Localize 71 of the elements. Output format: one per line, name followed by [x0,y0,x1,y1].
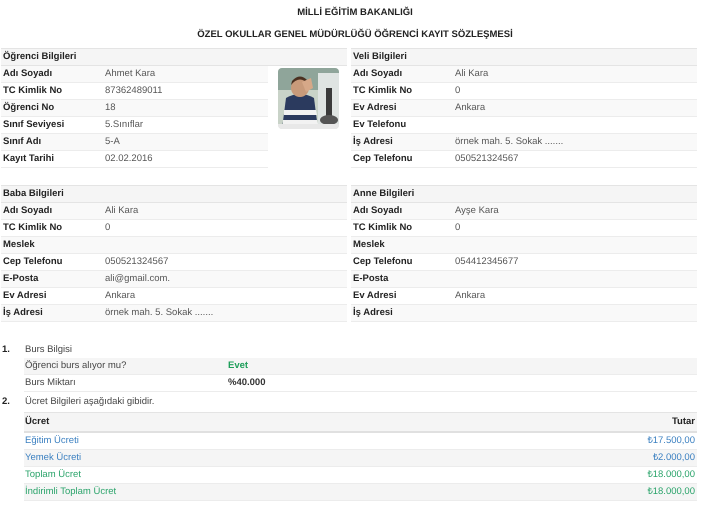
field-label: Ev Adresi [2,289,48,303]
section-heading: Baba Bilgileri [1,185,347,203]
field-label: Ev Adresi [352,101,398,115]
field-value: 18 [105,101,116,115]
field-value: örnek mah. 5. Sokak ....... [455,135,564,149]
ministry-title: MİLLİ EĞİTİM BAKANLIĞI [297,7,413,18]
field-label: TC Kimlik No [352,221,414,235]
field-value: Ahmet Kara [105,67,156,81]
field-label: Cep Telefonu [2,255,64,269]
field-label: Meslek [352,238,386,252]
field-label: Öğrenci No [2,100,56,115]
section-heading: Veli Bilgileri [351,48,697,66]
field-label: TC Kimlik No [2,84,64,98]
document-title: ÖZEL OKULLAR GENEL MÜDÜRLÜĞÜ ÖĞRENCİ KAYIT SÖZLEŞMESİ [197,29,513,40]
field-value: ali@gmail.com. [105,272,170,286]
field-value: Evet [228,359,248,373]
field-label: İş Adresi [352,306,394,320]
field-label: Öğrenci burs alıyor mu? [24,359,128,373]
field-value: 050521324567 [105,255,168,269]
field-label: Adı Soyadı [2,204,54,218]
field-value: Ayşe Kara [455,204,499,218]
fee-amount: ₺18.000,00 [648,468,695,482]
fee-amount: ₺2.000,00 [653,451,695,465]
fee-amount: ₺17.500,00 [648,434,695,448]
fee-amount: ₺18.000,00 [648,485,695,499]
field-label: Adı Soyadı [2,67,54,81]
field-value: Ali Kara [105,204,138,218]
list-number: 2. [1,395,11,409]
field-label: Meslek [2,238,36,252]
field-label: Cep Telefonu [352,152,414,166]
field-label: Sınıf Seviyesi [2,118,66,132]
field-label: Ev Telefonu [352,118,408,132]
field-label: Sınıf Adı [2,135,42,149]
field-value: 0 [105,221,110,235]
field-label: İş Adresi [352,134,394,149]
field-value: 054412345677 [455,255,518,269]
section-heading: Öğrenci Bilgileri [1,48,347,66]
field-label: TC Kimlik No [2,221,64,235]
field-label: İş Adresi [2,306,44,320]
field-label: Burs Miktarı [24,376,77,390]
fee-name: Eğitim Ücreti [25,434,79,448]
field-value: 0 [455,84,460,98]
fee-name: Yemek Ücreti [25,451,82,465]
field-label: Adı Soyadı [352,67,404,81]
field-value: Ankara [455,101,486,115]
field-label: E-Posta [352,272,390,286]
field-label: E-Posta [2,272,40,286]
field-value: Ali Kara [455,67,488,81]
section-heading: Anne Bilgileri [351,185,697,203]
field-value: 87362489011 [105,84,162,98]
fee-name: İndirimli Toplam Ücret [25,484,116,499]
list-number: 1. [1,343,11,357]
column-header: Tutar [672,415,695,429]
field-value: 050521324567 [455,152,518,166]
column-header: Ücret [25,414,50,429]
field-label: Adı Soyadı [352,204,404,218]
field-value: 5.Sınıflar [105,118,144,132]
field-value: 02.02.2016 [105,152,153,166]
field-value: %40.000 [228,376,266,390]
field-value: örnek mah. 5. Sokak ....... [105,306,214,320]
fee-name: Toplam Ücret [25,468,81,482]
field-value: 0 [455,221,460,235]
field-value: Ankara [105,289,136,303]
field-label: Cep Telefonu [352,255,414,269]
field-label: Kayıt Tarihi [2,152,56,166]
field-label: TC Kimlik No [352,84,414,98]
field-value: Ankara [455,289,486,303]
section-title: Ücret Bilgileri aşağıdaki gibidir. [25,395,154,409]
field-value: 5-A [105,135,120,149]
field-label: Ev Adresi [352,289,398,303]
section-title: Burs Bilgisi [25,343,72,357]
